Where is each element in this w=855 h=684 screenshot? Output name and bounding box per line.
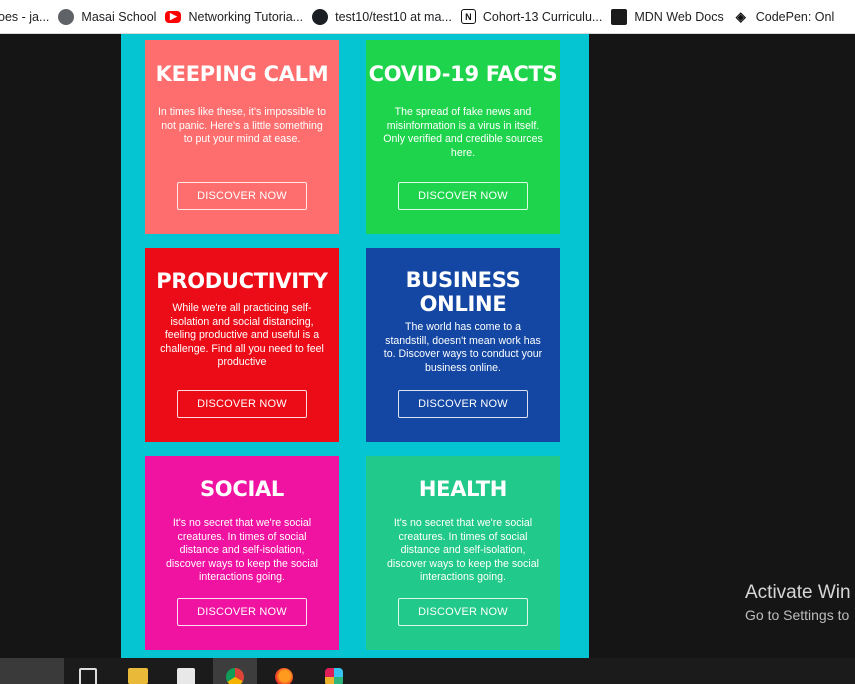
bookmarks-bar: oes - ja... Masai School ▶ Networking Tu…: [0, 0, 855, 34]
cards-panel: KEEPING CALM In times like these, it's i…: [121, 34, 589, 658]
card-text: It's no secret that we're social creatur…: [166, 517, 318, 583]
globe-icon: [58, 8, 75, 25]
card-text: While we're all practicing self-isolatio…: [160, 302, 324, 368]
bookmark-label: Cohort-13 Curriculu...: [482, 9, 603, 24]
firefox-icon: [275, 668, 293, 684]
bookmark-networking[interactable]: ▶ Networking Tutoria...: [165, 0, 312, 33]
card-title: SOCIAL: [199, 477, 285, 501]
bookmark-label: Networking Tutoria...: [188, 9, 304, 24]
taskbar: [0, 658, 855, 684]
taskbar-chrome[interactable]: [213, 658, 257, 684]
youtube-icon: ▶: [165, 10, 182, 23]
card-text: The spread of fake news and misinformati…: [383, 106, 543, 159]
github-icon: [312, 8, 329, 25]
bookmark-label: test10/test10 at ma...: [335, 9, 452, 24]
taskbar-slack[interactable]: [312, 658, 356, 684]
bookmark-masai[interactable]: Masai School: [58, 0, 165, 33]
card-title: COVID-19 FACTS: [368, 62, 558, 86]
bookmark-label: oes - ja...: [0, 9, 50, 24]
bookmark-label: MDN Web Docs: [634, 9, 724, 24]
card-health: HEALTH It's no secret that we're social …: [366, 456, 560, 650]
bookmark-label: Masai School: [81, 9, 157, 24]
taskbar-store[interactable]: [164, 658, 208, 684]
mdn-icon: [611, 8, 628, 25]
discover-now-button[interactable]: DISCOVER NOW: [398, 390, 528, 418]
bookmark-codepen[interactable]: ◈ CodePen: Onl: [732, 0, 844, 33]
bookmark-mdn[interactable]: MDN Web Docs: [611, 0, 732, 33]
discover-now-button[interactable]: DISCOVER NOW: [398, 598, 528, 626]
store-icon: [177, 668, 195, 684]
discover-now-button[interactable]: DISCOVER NOW: [177, 598, 307, 626]
card-text: It's no secret that we're social creatur…: [387, 517, 539, 583]
card-productivity: PRODUCTIVITY While we're all practicing …: [145, 248, 339, 442]
card-text: The world has come to a standstill, does…: [383, 321, 543, 374]
taskbar-firefox[interactable]: [262, 658, 306, 684]
card-title: PRODUCTIVITY: [156, 269, 328, 293]
card-keeping-calm: KEEPING CALM In times like these, it's i…: [145, 40, 339, 234]
slack-icon: [325, 668, 343, 684]
folder-icon: [128, 668, 148, 684]
taskbar-file-explorer[interactable]: [116, 658, 160, 684]
taskbar-task-view[interactable]: [66, 658, 110, 684]
card-title: KEEPING CALM: [155, 62, 329, 86]
card-covid-facts: COVID-19 FACTS The spread of fake news a…: [366, 40, 560, 234]
watermark-subtitle: Go to Settings to: [745, 607, 850, 623]
card-social: SOCIAL It's no secret that we're social …: [145, 456, 339, 650]
notion-icon: N: [460, 9, 476, 24]
discover-now-button[interactable]: DISCOVER NOW: [177, 390, 307, 418]
page-viewport: KEEPING CALM In times like these, it's i…: [0, 34, 855, 658]
card-title: HEALTH: [418, 477, 508, 501]
discover-now-button[interactable]: DISCOVER NOW: [177, 182, 307, 210]
activation-watermark: Activate Win Go to Settings to: [745, 581, 851, 625]
card-text: In times like these, it's impossible to …: [157, 106, 327, 145]
card-title: BUSINESS ONLINE: [405, 268, 521, 316]
discover-now-button[interactable]: DISCOVER NOW: [398, 182, 528, 210]
bookmark-label: CodePen: Onl: [755, 9, 835, 24]
task-view-icon: [79, 668, 97, 684]
bookmark-github[interactable]: test10/test10 at ma...: [312, 0, 461, 33]
watermark-title: Activate Win: [745, 582, 851, 603]
card-business-online: BUSINESS ONLINE The world has come to a …: [366, 248, 560, 442]
taskbar-search-area[interactable]: [0, 658, 64, 684]
bookmark-item[interactable]: oes - ja...: [0, 0, 58, 33]
codepen-icon: ◈: [732, 8, 749, 25]
chrome-icon: [226, 668, 244, 684]
bookmark-notion[interactable]: N Cohort-13 Curriculu...: [460, 0, 612, 33]
